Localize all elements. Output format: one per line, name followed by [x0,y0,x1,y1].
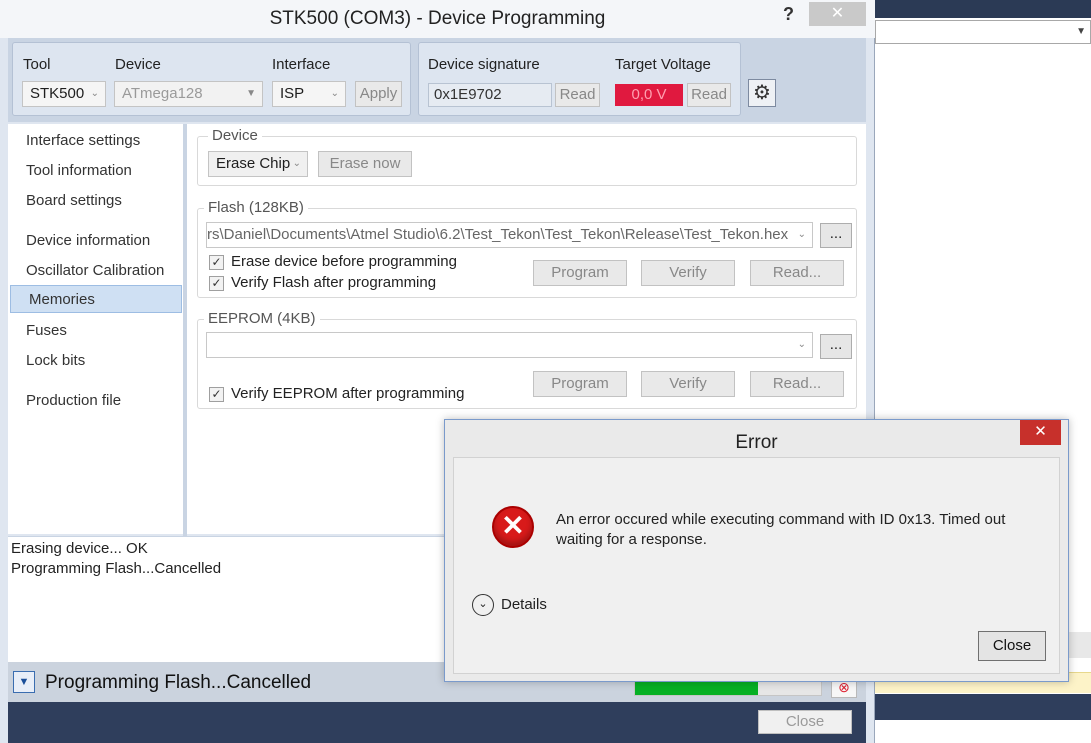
eeprom-browse-button[interactable]: ... [820,334,852,359]
device-label: Device [115,56,161,73]
eeprom-file-input[interactable]: ⌄ [206,332,813,358]
chevron-down-icon: ⌄ [292,158,301,169]
sidebar-item-device-information[interactable]: Device information [8,227,181,255]
sidebar-item-lock-bits[interactable]: Lock bits [8,347,181,375]
chevron-down-icon: ⌄ [330,88,339,99]
sidebar-item-fuses[interactable]: Fuses [8,317,181,345]
tool-group: Tool STK500 ⌄ Device ATmega128 ▼ Interface… [12,42,411,116]
interface-value: ISP [280,85,305,102]
log-line: Erasing device... OK [11,540,148,557]
connection-toolbar: Tool STK500 ⌄ Device ATmega128 ▼ Interface… [8,38,866,122]
dialog-title: Error [735,432,778,453]
device-select[interactable]: ATmega128 ▼ [114,81,263,107]
flash-section: Flash (128KB) rs\Daniel\Documents\Atmel … [197,199,857,298]
voltage-value: 0,0 V [615,84,683,106]
sidebar-item-production-file[interactable]: Production file [8,387,181,415]
signature-read-button[interactable]: Read [555,83,600,107]
voltage-read-button[interactable]: Read [687,83,731,107]
interface-select[interactable]: ISP ⌄ [272,81,346,107]
verify-flash-checkbox[interactable]: ✓ [209,276,224,291]
erase-mode-value: Erase Chip [216,155,291,172]
tool-label: Tool [23,56,51,73]
chevron-down-icon[interactable]: ▼ [13,671,35,693]
signature-label: Device signature [428,56,540,73]
status-text: Programming Flash...Cancelled [45,672,312,693]
sidebar-item-tool-information[interactable]: Tool information [8,157,181,185]
title-bar: STK500 (COM3) - Device Programming ? ✕ [0,0,875,38]
sidebar-item-memories[interactable]: Memories [10,285,182,313]
device-section: Device Erase Chip ⌄ Erase now [197,127,857,186]
ide-status-bar [875,694,1091,720]
chevron-down-icon: ▼ [246,88,256,99]
sidebar: Interface settings Tool information Boar… [8,124,183,534]
expand-details-icon[interactable]: ⌄ [472,594,494,616]
flash-file-path: rs\Daniel\Documents\Atmel Studio\6.2\Tes… [207,226,789,243]
erase-mode-select[interactable]: Erase Chip ⌄ [208,151,308,177]
flash-browse-button[interactable]: ... [820,223,852,248]
dialog-close-button[interactable]: Close [978,631,1046,661]
chevron-down-icon: ▼ [1076,26,1086,37]
flash-read-button[interactable]: Read... [750,260,844,286]
erase-before-checkbox[interactable]: ✓ [209,255,224,270]
sidebar-item-oscillator-calibration[interactable]: Oscillator Calibration [8,257,181,285]
error-dialog: Error ✕ ✕ An error occured while executi… [444,419,1069,682]
verify-eeprom-label: Verify EEPROM after programming [231,385,465,402]
flash-verify-button[interactable]: Verify [641,260,735,286]
erase-now-button[interactable]: Erase now [318,151,412,177]
eeprom-verify-button[interactable]: Verify [641,371,735,397]
details-toggle-label[interactable]: Details [501,596,547,613]
sidebar-item-board-settings[interactable]: Board settings [8,187,181,215]
bottom-bar: Close [8,702,866,743]
apply-button[interactable]: Apply [355,81,402,107]
error-icon: ✕ [492,506,534,548]
progress-fill [635,681,758,695]
chevron-down-icon: ⌄ [794,223,806,247]
eeprom-read-button[interactable]: Read... [750,371,844,397]
help-button[interactable]: ? [783,4,794,25]
signature-field: 0x1E9702 [428,83,552,107]
device-section-title: Device [208,127,262,144]
erase-before-label: Erase device before programming [231,253,457,270]
log-line: Programming Flash...Cancelled [11,560,222,577]
eeprom-program-button[interactable]: Program [533,371,627,397]
verify-eeprom-checkbox[interactable]: ✓ [209,387,224,402]
progress-bar [634,680,822,696]
voltage-label: Target Voltage [615,56,711,73]
ide-dropdown[interactable]: ▼ [875,20,1091,44]
flash-section-title: Flash (128KB) [204,199,308,216]
dialog-close-icon[interactable]: ✕ [1020,420,1061,445]
ide-header [875,0,1091,18]
tool-value: STK500 [30,85,85,102]
gear-icon[interactable]: ⚙ [748,79,776,107]
window-title: STK500 (COM3) - Device Programming [269,8,606,29]
device-value: ATmega128 [122,85,203,102]
interface-label: Interface [272,56,331,73]
dialog-body: ✕ An error occured while executing comma… [453,457,1060,674]
chevron-down-icon: ⌄ [90,88,99,99]
chevron-down-icon: ⌄ [794,333,806,357]
tool-select[interactable]: STK500 ⌄ [22,81,106,107]
eeprom-section-title: EEPROM (4KB) [204,310,320,327]
flash-program-button[interactable]: Program [533,260,627,286]
window-close-button[interactable]: ✕ [809,2,866,26]
verify-flash-label: Verify Flash after programming [231,274,437,291]
flash-file-input[interactable]: rs\Daniel\Documents\Atmel Studio\6.2\Tes… [206,222,813,248]
error-message: An error occured while executing command… [556,511,1006,548]
sidebar-item-interface-settings[interactable]: Interface settings [8,127,181,155]
eeprom-section: EEPROM (4KB) ⌄ ... ✓ Verify EEPROM after… [197,310,857,409]
close-window-button[interactable]: Close [758,710,852,734]
signature-voltage-group: Device signature 0x1E9702 Read Target Vo… [418,42,741,116]
